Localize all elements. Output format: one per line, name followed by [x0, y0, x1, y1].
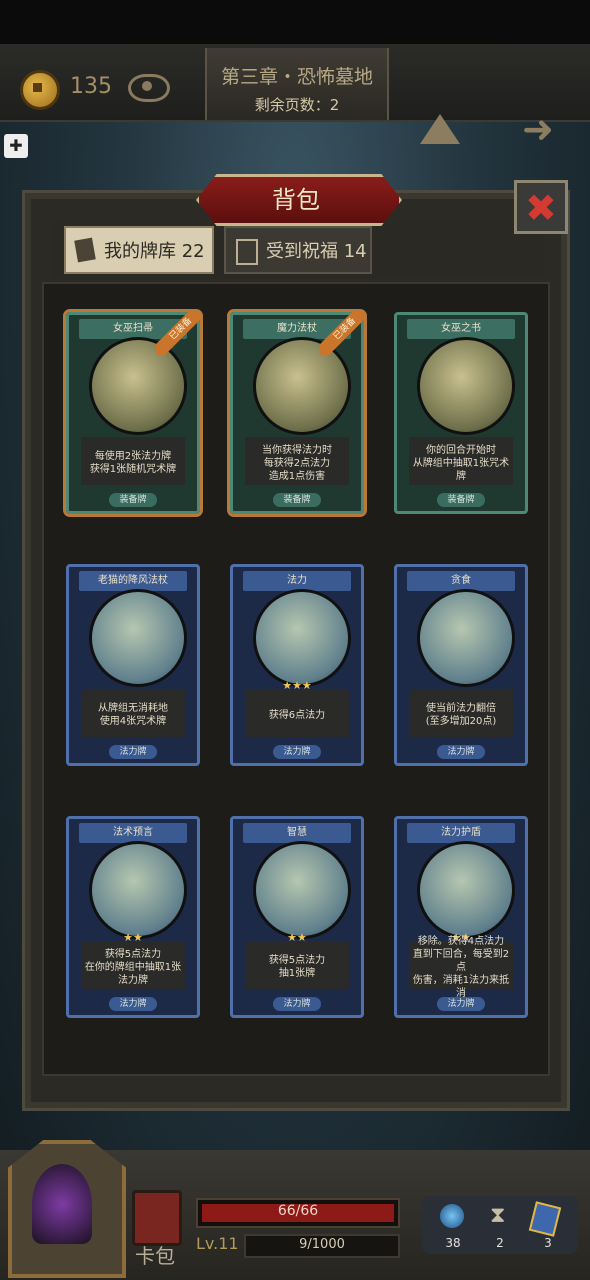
card-description: 从牌组无消耗地 使用4张咒术牌	[81, 689, 185, 737]
card-name: 老猫的降风法杖	[79, 571, 187, 591]
card[interactable]: 法术预言 ★★ 获得5点法力 在你的牌组中抽取1张 法力牌 法力牌	[66, 816, 200, 1018]
stat-turns: 2	[496, 1236, 504, 1250]
card-description: 移除。获得4点法力 直到下回合，每受到2点 伤害，消耗1法力来抵消	[409, 936, 513, 999]
equipped-badge-label: 已装备	[320, 312, 364, 356]
card-art	[417, 337, 515, 435]
card-type: 法力牌	[273, 997, 321, 1011]
card-art	[253, 841, 351, 939]
card-type: 法力牌	[437, 997, 485, 1011]
card-name: 女巫之书	[407, 319, 515, 339]
card-name: 智慧	[243, 823, 351, 843]
tab-label: 我的牌库 22	[104, 241, 205, 262]
card-type: 法力牌	[109, 745, 157, 759]
card-type: 法力牌	[437, 745, 485, 759]
coin-count: 135	[70, 74, 112, 99]
stat-cards: 3	[544, 1236, 552, 1250]
status-bar	[0, 0, 590, 44]
xp-text: 9/1000	[299, 1237, 345, 1252]
card-art	[89, 841, 187, 939]
card-description: 当你获得法力时 每获得2点法力 造成1点伤害	[245, 437, 349, 485]
card-description: 每使用2张法力牌 获得1张随机咒术牌	[81, 437, 185, 485]
card[interactable]: 法力护盾 ★★ 移除。获得4点法力 直到下回合，每受到2点 伤害，消耗1法力来抵消法…	[394, 816, 528, 1018]
card-name: 法力护盾	[407, 823, 515, 843]
hero-portrait[interactable]	[8, 1140, 126, 1278]
puzzle-icon[interactable]: ✚	[4, 134, 28, 158]
card[interactable]: 法力 ★★★ 获得6点法力 法力牌	[230, 564, 364, 766]
card[interactable]: 女巫之书你的回合开始时 从牌组中抽取1张咒术牌装备牌	[394, 312, 528, 514]
card-name: 贪食	[407, 571, 515, 591]
card-pack-icon	[132, 1190, 182, 1246]
card[interactable]: 老猫的降风法杖从牌组无消耗地 使用4张咒术牌法力牌	[66, 564, 200, 766]
equipped-badge: 已装备	[156, 312, 200, 356]
tab-label: 受到祝福 14	[266, 241, 367, 262]
equipped-badge-label: 已装备	[156, 312, 200, 356]
close-button[interactable]: ✖	[514, 180, 568, 234]
card-type: 法力牌	[273, 745, 321, 759]
cards-icon	[74, 237, 96, 263]
mana-orb-icon	[440, 1204, 464, 1228]
card-description: 获得5点法力 在你的牌组中抽取1张 法力牌	[81, 941, 185, 989]
card-description: 你的回合开始时 从牌组中抽取1张咒术牌	[409, 437, 513, 485]
card-art	[89, 589, 187, 687]
card-name: 法力	[243, 571, 351, 591]
pages-remaining: 剩余页数：2	[254, 96, 340, 114]
card-pack-label: 卡包	[135, 1244, 175, 1268]
card-description: 获得5点法力 抽1张牌	[245, 941, 349, 989]
card-type: 法力牌	[109, 997, 157, 1011]
card-pack-button[interactable]: 卡包	[120, 1184, 190, 1274]
card-description: 使当前法力翻倍 (至多增加20点)	[409, 689, 513, 737]
tab-my-deck[interactable]: 我的牌库 22	[64, 226, 214, 274]
chapter-info: 第三章・恐怖墓地 剩余页数：2	[205, 48, 389, 120]
back-arrow-icon[interactable]: ➜	[522, 110, 554, 148]
card-type: 装备牌	[109, 493, 157, 507]
panel-title: 背包	[272, 186, 320, 214]
card[interactable]: 魔力法杖 当你获得法力时 每获得2点法力 造成1点伤害 装备牌 已装备	[227, 309, 367, 517]
card-art	[417, 589, 515, 687]
card-art	[253, 589, 351, 687]
gift-icon	[236, 239, 258, 265]
card-type: 装备牌	[437, 493, 485, 507]
hp-bar: 66/66	[196, 1198, 400, 1228]
card[interactable]: 智慧 ★★ 获得5点法力 抽1张牌 法力牌	[230, 816, 364, 1018]
card[interactable]: 女巫扫帚 每使用2张法力牌 获得1张随机咒术牌 装备牌 已装备	[63, 309, 203, 517]
map-icon[interactable]	[420, 114, 460, 144]
xp-bar: 9/1000	[244, 1234, 400, 1258]
hourglass-icon: ⧗	[490, 1203, 506, 1228]
eye-icon[interactable]	[128, 74, 170, 102]
card-description: 获得6点法力	[245, 689, 349, 737]
hp-text: 66/66	[277, 1203, 319, 1219]
coin-icon	[20, 70, 60, 110]
equipped-badge: 已装备	[320, 312, 364, 356]
tab-blessings[interactable]: 受到祝福 14	[224, 226, 372, 274]
card-type: 装备牌	[273, 493, 321, 507]
chapter-title: 第三章・恐怖墓地	[220, 66, 373, 88]
stat-mana: 38	[445, 1236, 461, 1250]
level-label: Lv.11	[196, 1234, 239, 1253]
card[interactable]: 贪食使当前法力翻倍 (至多增加20点) 法力牌	[394, 564, 528, 766]
card-name: 法术预言	[79, 823, 187, 843]
close-icon: ✖	[525, 186, 557, 230]
card-art	[417, 841, 515, 939]
